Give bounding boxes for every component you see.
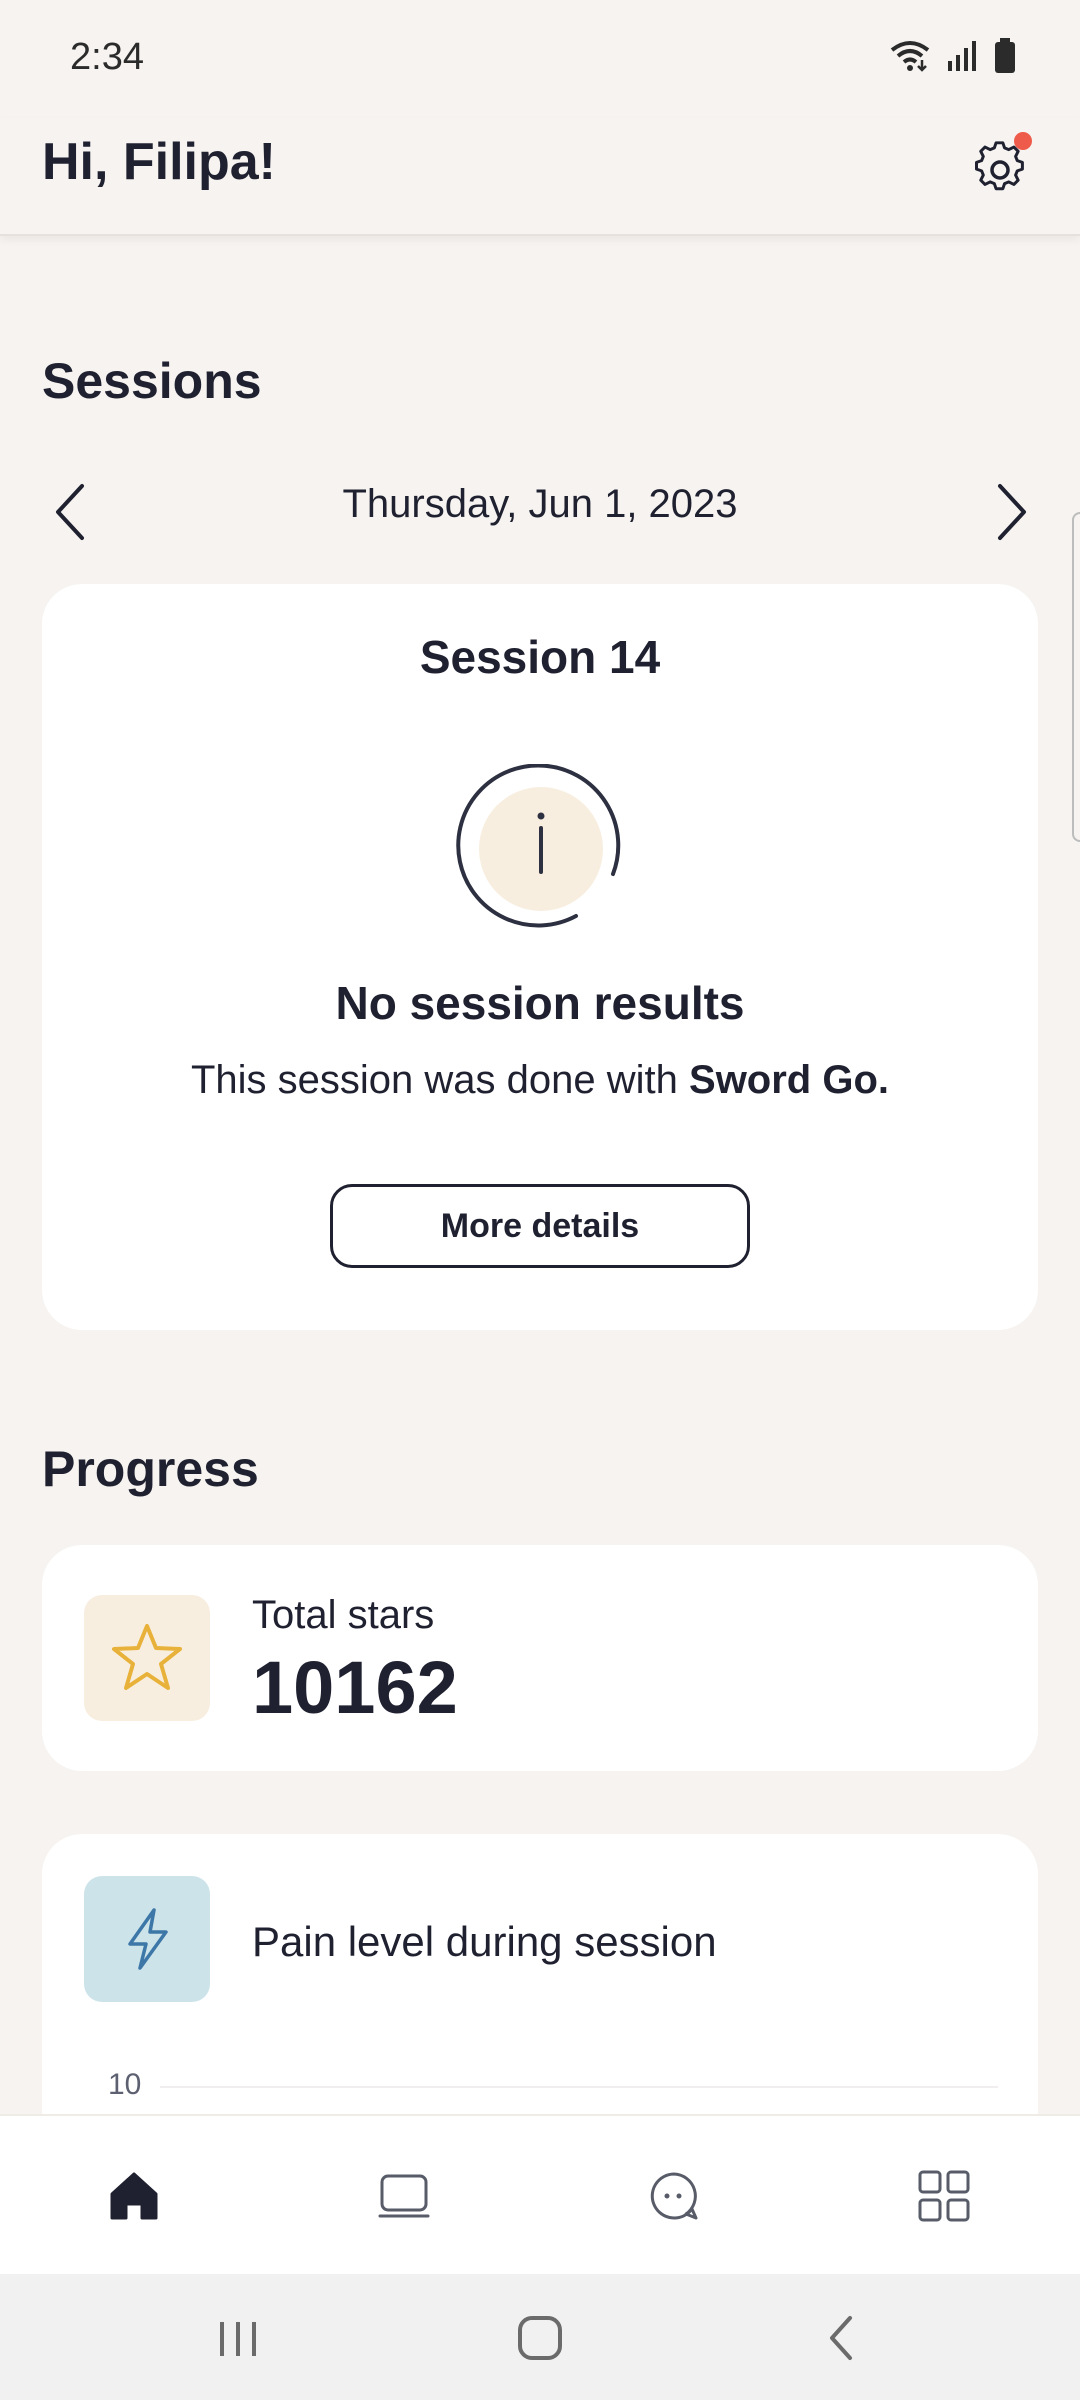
home-circle-icon <box>518 2316 562 2360</box>
settings-button[interactable] <box>968 130 1032 194</box>
lightning-tile <box>84 1876 210 2002</box>
system-home-button[interactable] <box>510 2310 570 2366</box>
back-icon <box>830 2316 852 2360</box>
nav-more[interactable] <box>912 2164 976 2228</box>
total-stars-label: Total stars <box>252 1593 435 1637</box>
star-tile <box>84 1595 210 1721</box>
status-bar: 2:34 <box>0 0 1080 118</box>
app-header: Hi, Filipa! <box>0 118 1080 236</box>
more-details-button[interactable]: More details <box>330 1184 750 1268</box>
status-time: 2:34 <box>70 36 144 78</box>
edge-panel-handle[interactable] <box>1072 512 1080 842</box>
home-icon <box>110 2172 158 2220</box>
notification-dot <box>1014 132 1032 150</box>
lightning-icon <box>128 1908 168 1970</box>
recent-apps-icon <box>220 2322 256 2356</box>
status-icons <box>888 38 1016 74</box>
session-description: This session was done with Sword Go. <box>42 1058 1038 1103</box>
sessions-title: Sessions <box>42 353 262 409</box>
nav-sessions[interactable] <box>372 2164 436 2228</box>
device-name: Sword Go. <box>689 1058 890 1102</box>
signal-icon <box>948 41 976 71</box>
wifi-icon <box>890 41 930 72</box>
recent-apps-button[interactable] <box>208 2310 268 2366</box>
pain-level-label: Pain level during session <box>252 1918 717 1965</box>
chevron-right-icon <box>998 484 1026 540</box>
star-icon <box>112 1624 182 1690</box>
session-title: Session 14 <box>419 631 661 683</box>
greeting-title: Hi, Filipa! <box>42 133 276 191</box>
nav-chat[interactable] <box>642 2164 706 2228</box>
session-date: Thursday, Jun 1, 2023 <box>342 482 738 526</box>
nav-home[interactable] <box>102 2164 166 2228</box>
system-navigation <box>0 2274 1080 2400</box>
bottom-navigation <box>0 2114 1080 2274</box>
next-date-button[interactable] <box>970 470 1050 550</box>
date-navigator: Thursday, Jun 1, 2023 <box>0 470 1080 550</box>
grid-icon <box>918 2170 970 2222</box>
session-description-text: This session was done with <box>190 1058 678 1102</box>
system-back-button[interactable] <box>812 2310 872 2366</box>
no-results-heading: No session results <box>335 977 745 1029</box>
info-icon <box>456 764 621 928</box>
pain-level-card: Pain level during session 10 <box>42 1834 1038 2134</box>
chat-icon <box>650 2172 698 2220</box>
progress-title: Progress <box>42 1441 259 1497</box>
battery-icon <box>995 38 1015 73</box>
total-stars-value: 10162 <box>252 1646 458 1729</box>
tablet-icon <box>378 2174 430 2218</box>
session-card: Session 14 No session results This sessi… <box>42 584 1038 1330</box>
total-stars-card: Total stars 10162 <box>42 1545 1038 1771</box>
chart-grid-line <box>160 2086 998 2088</box>
axis-tick-10: 10 <box>108 2068 142 2101</box>
